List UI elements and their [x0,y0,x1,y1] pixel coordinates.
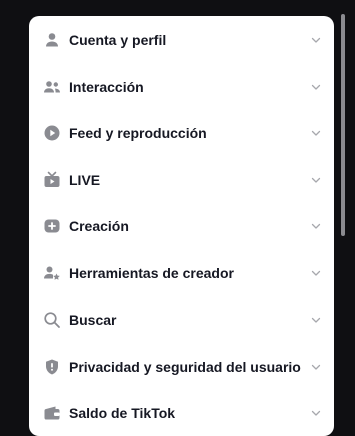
creator-star-icon [43,264,61,282]
menu-item-label: Interacción [69,79,144,95]
person-icon [43,31,61,49]
menu-item-live[interactable]: LIVE [29,160,334,200]
people-icon [43,78,61,96]
chevron-down-icon [310,314,322,326]
chevron-down-icon [310,34,322,46]
settings-menu-panel: Cuenta y perfil Interacción Feed y repro… [29,16,334,436]
menu-item-label: LIVE [69,172,101,188]
menu-item-feed-y-reproduccion[interactable]: Feed y reproducción [29,113,334,153]
menu-item-label: Buscar [69,312,117,328]
scrollbar-thumb[interactable] [341,14,345,236]
menu-item-creacion[interactable]: Creación [29,206,334,246]
menu-item-cuenta-y-perfil[interactable]: Cuenta y perfil [29,20,334,60]
chevron-down-icon [310,361,322,373]
plus-circle-icon [43,217,61,235]
menu-item-label: Herramientas de creador [69,265,234,281]
play-circle-icon [43,124,61,142]
chevron-down-icon [310,220,322,232]
menu-item-buscar[interactable]: Buscar [29,300,334,340]
menu-item-label: Saldo de TikTok [69,405,176,421]
wallet-icon [43,404,61,422]
chevron-down-icon [310,174,322,186]
menu-item-interaccion[interactable]: Interacción [29,67,334,107]
chevron-down-icon [310,127,322,139]
menu-item-label: Feed y reproducción [69,125,207,141]
menu-item-label: Privacidad y seguridad del usuario [69,359,301,375]
chevron-down-icon [310,81,322,93]
chevron-down-icon [310,267,322,279]
chevron-down-icon [310,407,322,419]
live-tv-icon [43,171,61,189]
menu-item-saldo-de-tiktok[interactable]: Saldo de TikTok [29,393,334,433]
menu-item-label: Creación [69,218,129,234]
search-icon [43,311,61,329]
shield-icon [43,358,61,376]
menu-item-label: Cuenta y perfil [69,32,167,48]
menu-item-herramientas-de-creador[interactable]: Herramientas de creador [29,253,334,293]
menu-item-privacidad-y-seguridad[interactable]: Privacidad y seguridad del usuario [29,347,334,387]
